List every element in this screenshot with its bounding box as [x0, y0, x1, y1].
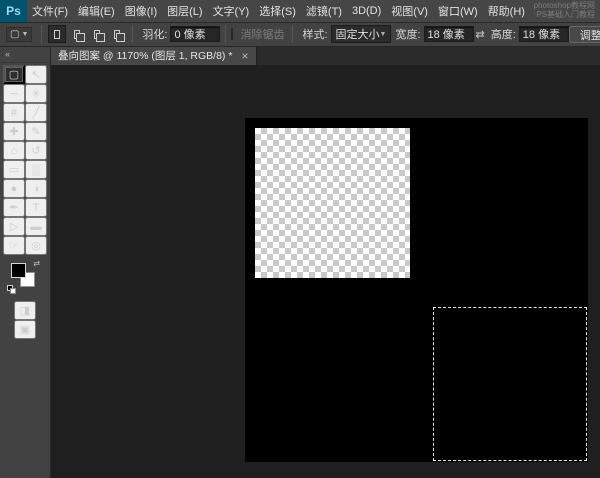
height-input[interactable]: [519, 26, 569, 42]
height-label: 高度:: [491, 26, 516, 42]
chevron-down-icon: ▼: [380, 31, 387, 38]
default-colors-icon[interactable]: [7, 285, 15, 293]
watermark-line2: PS基础入门教程: [534, 10, 595, 19]
subtract-from-selection-mode-button[interactable]: [88, 25, 106, 43]
menu-bar: Ps 文件(F)编辑(E)图像(I)图层(L)文字(Y)选择(S)滤镜(T)3D…: [0, 0, 600, 23]
swap-colors-icon[interactable]: ⇄: [33, 259, 40, 268]
type-tool-icon[interactable]: T: [25, 198, 47, 217]
blur-tool-icon[interactable]: ●: [3, 179, 25, 198]
separator: [41, 25, 42, 43]
history-brush-tool-icon[interactable]: ↺: [25, 141, 47, 160]
close-icon[interactable]: ×: [241, 50, 248, 62]
chevron-down-icon: ▼: [21, 31, 28, 38]
foreground-color-swatch[interactable]: [11, 263, 26, 278]
watermark-line1: photoshop教程网: [534, 1, 595, 10]
feather-label: 羽化:: [142, 26, 167, 42]
menu-item[interactable]: 滤镜(T): [301, 0, 347, 22]
selection-marquee[interactable]: [433, 307, 587, 461]
menu-item[interactable]: 3D(D): [347, 0, 386, 22]
style-label: 样式:: [302, 26, 327, 42]
menu-item[interactable]: 图层(L): [162, 0, 207, 22]
watermark-text: photoshop教程网 PS基础入门教程: [534, 1, 595, 19]
color-swatches: ⇄: [11, 263, 37, 291]
menu-item[interactable]: 文字(Y): [208, 0, 255, 22]
marquee-preset-icon: ▢: [10, 29, 19, 40]
separator: [292, 25, 293, 43]
ps-logo: Ps: [0, 0, 27, 22]
menu-item[interactable]: 编辑(E): [73, 0, 120, 22]
tools-panel: « ▢↖∽✳#╱✚✎⌂↺▭▒●◑✒T▷▬☞◎ ⇄ ◨▣: [0, 46, 51, 478]
rectangular-marquee-tool-icon[interactable]: ▢: [3, 65, 25, 84]
brush-tool-icon[interactable]: ✎: [25, 122, 47, 141]
style-select[interactable]: 固定大小 ▼: [331, 25, 392, 43]
clone-stamp-tool-icon[interactable]: ⌂: [3, 141, 25, 160]
separator: [132, 25, 133, 43]
tool-options-bar: ▢ ▼ 羽化: 消除锯齿 样式: 固定大小 ▼ 宽度:: [0, 22, 600, 47]
path-selection-tool-icon[interactable]: ▷: [3, 217, 25, 236]
zoom-tool-icon[interactable]: ◎: [25, 236, 47, 255]
document-tab-title: 叠向图案 @ 1170% (图层 1, RGB/8) *: [58, 48, 232, 63]
menu-item[interactable]: 视图(V): [386, 0, 433, 22]
gradient-tool-icon[interactable]: ▒: [25, 160, 47, 179]
intersect-selection-mode-button[interactable]: [108, 25, 126, 43]
width-label: 宽度:: [395, 26, 420, 42]
eyedropper-tool-icon[interactable]: ╱: [25, 103, 47, 122]
swap-dimensions-icon[interactable]: ⇄: [474, 28, 487, 41]
add-to-selection-mode-button[interactable]: [68, 25, 86, 43]
feather-input[interactable]: [170, 26, 220, 42]
separator: [225, 25, 226, 43]
canvas-workspace: [50, 65, 600, 478]
screen-mode-icon[interactable]: ▣: [14, 320, 36, 339]
menu-item[interactable]: 窗口(W): [433, 0, 483, 22]
toolbar-extra-buttons: ◨▣: [0, 301, 50, 339]
refine-edge-button[interactable]: 调整边缘…: [569, 26, 600, 43]
document-tab-bar: 叠向图案 @ 1170% (图层 1, RGB/8) * ×: [50, 46, 600, 65]
menu-item[interactable]: 文件(F): [27, 0, 73, 22]
hand-tool-icon[interactable]: ☞: [3, 236, 25, 255]
menu-items: 文件(F)编辑(E)图像(I)图层(L)文字(Y)选择(S)滤镜(T)3D(D)…: [27, 0, 530, 22]
crop-tool-icon[interactable]: #: [3, 103, 25, 122]
menu-item[interactable]: 选择(S): [254, 0, 301, 22]
shape-tool-icon[interactable]: ▬: [25, 217, 47, 236]
lasso-tool-icon[interactable]: ∽: [3, 84, 25, 103]
tools-panel-collapse[interactable]: «: [0, 46, 50, 63]
pen-tool-icon[interactable]: ✒: [3, 198, 25, 217]
menu-item[interactable]: 图像(I): [120, 0, 162, 22]
new-selection-mode-button[interactable]: [48, 25, 66, 43]
collapse-icon: «: [5, 49, 10, 59]
move-tool-icon[interactable]: ↖: [25, 65, 47, 84]
quick-selection-tool-icon[interactable]: ✳: [25, 84, 47, 103]
width-input[interactable]: [424, 26, 474, 42]
dodge-tool-icon[interactable]: ◑: [25, 179, 47, 198]
style-value: 固定大小: [336, 26, 380, 42]
tool-buttons: ▢↖∽✳#╱✚✎⌂↺▭▒●◑✒T▷▬☞◎: [0, 65, 50, 255]
tool-preset-picker[interactable]: ▢ ▼: [6, 27, 32, 42]
antialias-checkbox[interactable]: [231, 28, 233, 40]
document-canvas[interactable]: [245, 118, 588, 462]
quick-mask-mode-icon[interactable]: ◨: [14, 301, 36, 320]
healing-brush-tool-icon[interactable]: ✚: [3, 122, 25, 141]
transparent-layer-region: [255, 128, 410, 278]
menu-item[interactable]: 帮助(H): [483, 0, 530, 22]
photoshop-window: Ps 文件(F)编辑(E)图像(I)图层(L)文字(Y)选择(S)滤镜(T)3D…: [0, 0, 600, 478]
eraser-tool-icon[interactable]: ▭: [3, 160, 25, 179]
document-tab[interactable]: 叠向图案 @ 1170% (图层 1, RGB/8) * ×: [50, 46, 257, 65]
new-selection-icon: [54, 30, 60, 39]
antialias-label: 消除锯齿: [240, 26, 284, 42]
